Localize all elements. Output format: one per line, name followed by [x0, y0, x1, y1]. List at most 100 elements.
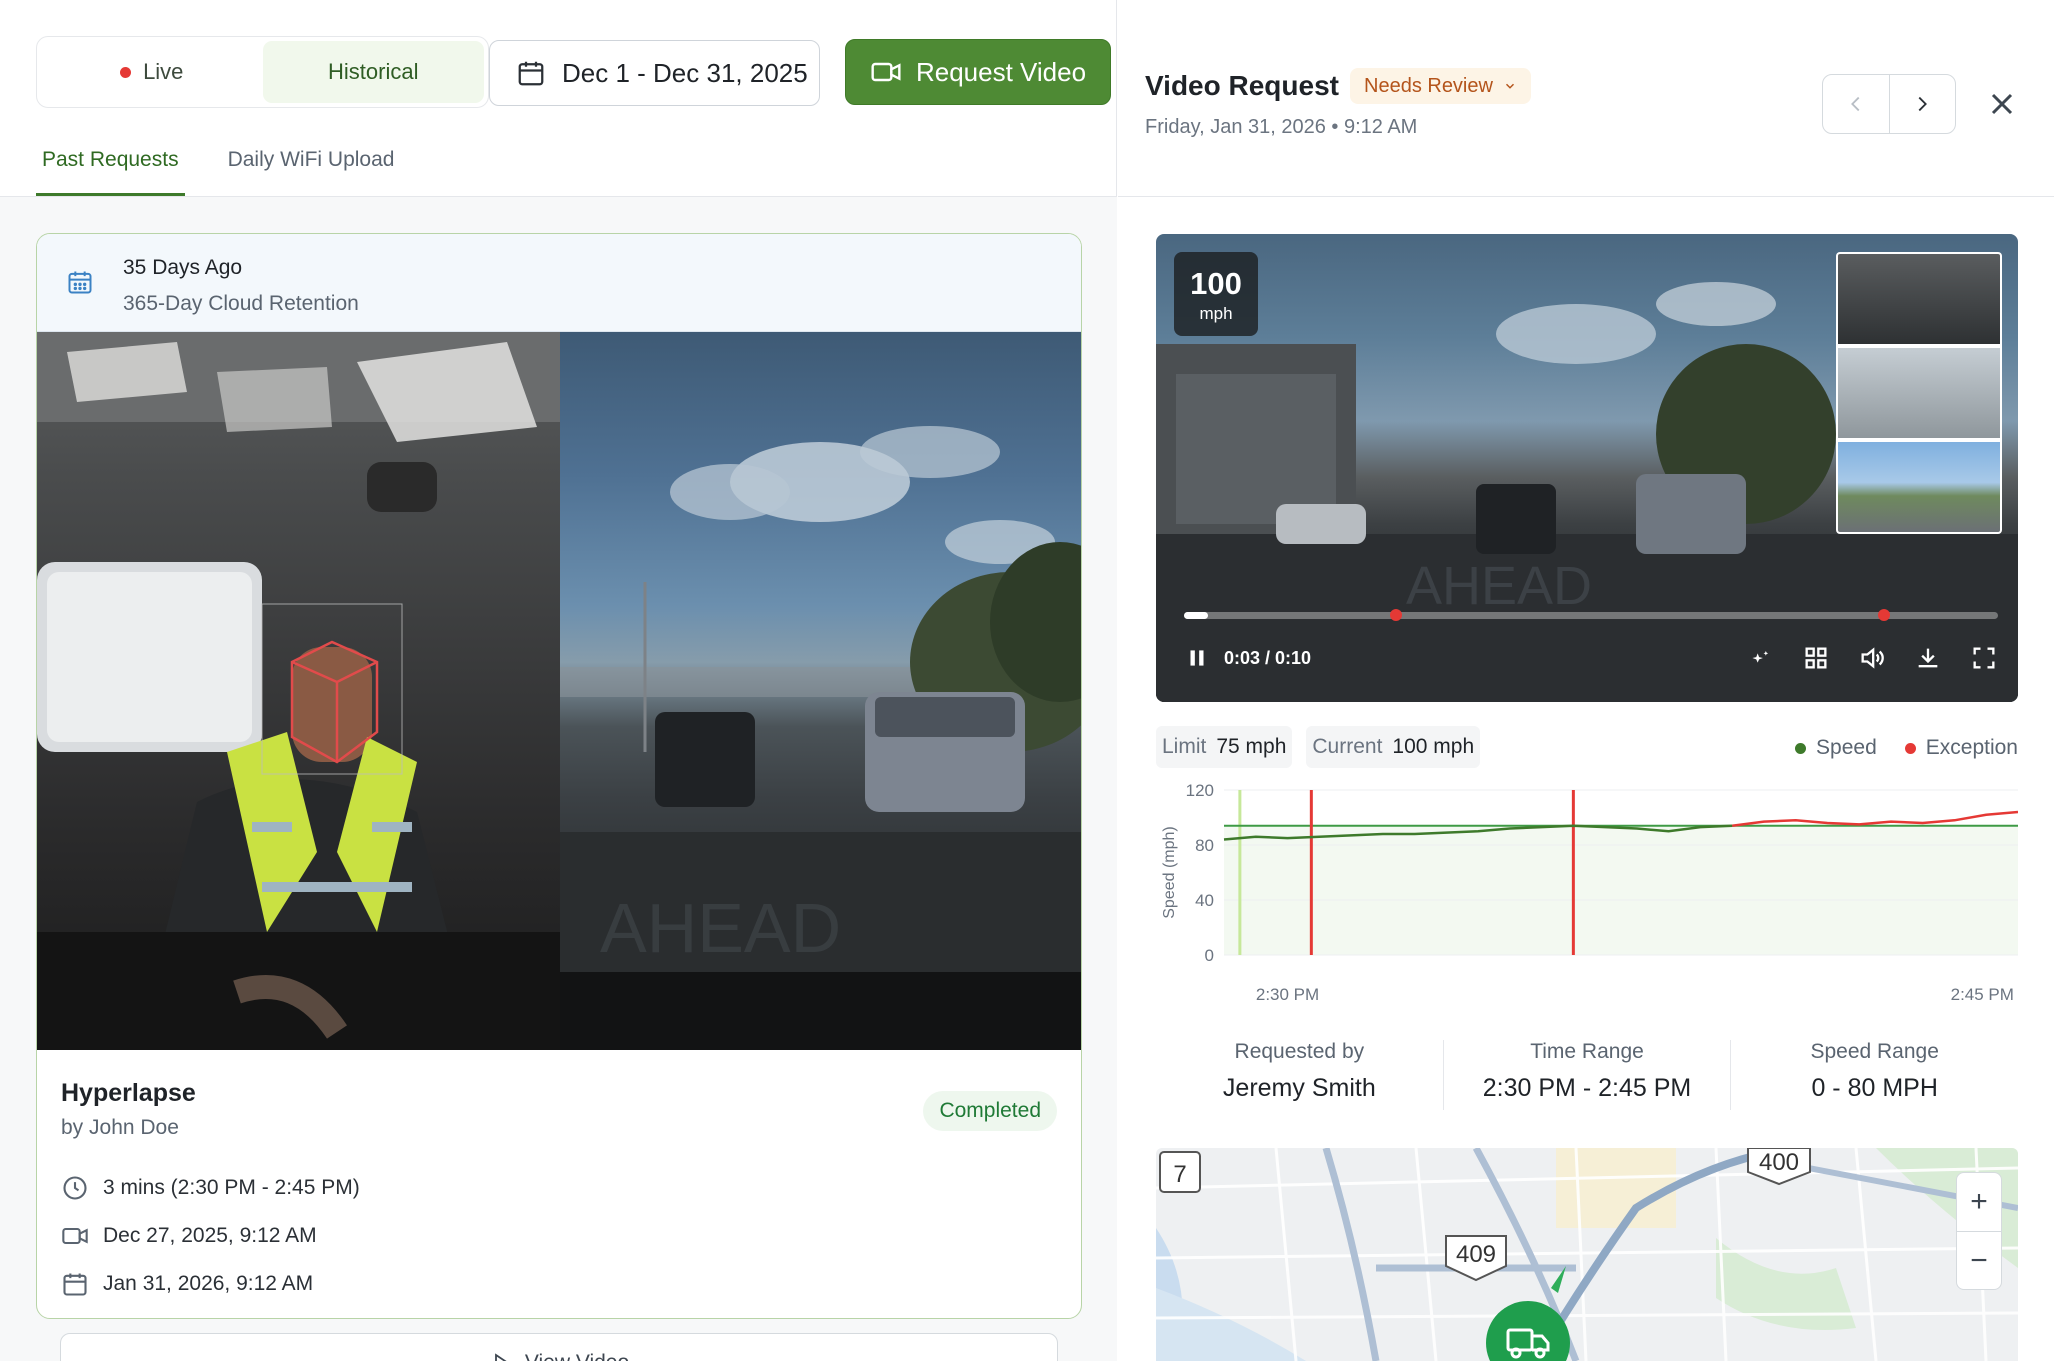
duration-text: 3 mins (2:30 PM - 2:45 PM) [103, 1176, 360, 1199]
clock-icon [63, 1176, 87, 1200]
route-shield-7: 7 [1159, 1151, 1201, 1193]
panel-title: Video Request [1145, 70, 1339, 101]
svg-text:AHEAD: AHEAD [600, 889, 841, 967]
map-canvas: 7 409 400 [1156, 1148, 2018, 1361]
request-card[interactable]: 35 Days Ago 365-Day Cloud Retention AHEA… [36, 233, 1082, 1319]
retention-policy: 365-Day Cloud Retention [123, 292, 359, 315]
speed-value: 100 [1190, 266, 1242, 301]
exception-marker[interactable] [1389, 609, 1402, 621]
limit-chip: Limit 75 mph [1156, 726, 1293, 768]
legend-speed-label: Speed [1816, 736, 1877, 759]
request-video-button[interactable]: Request Video [845, 39, 1111, 105]
toggle-live[interactable]: Live [41, 41, 263, 103]
playback-time: 0:03 / 0:10 [1224, 647, 1312, 668]
view-video-button[interactable]: View Video [60, 1333, 1058, 1361]
request-author: by John Doe [61, 1116, 179, 1139]
toggle-historical[interactable]: Historical [262, 41, 484, 103]
previous-button[interactable] [1823, 75, 1889, 133]
ai-sparkle-icon[interactable] [1746, 644, 1774, 672]
calendar-small-icon [63, 1273, 87, 1296]
app-root: Live Historical Dec 1 - Dec 31, 2025 Req… [0, 0, 2054, 1361]
route-shield-409: 409 [1445, 1235, 1507, 1282]
svg-text:AHEAD: AHEAD [1406, 556, 1592, 616]
recorded-text: Dec 27, 2025, 9:12 AM [103, 1224, 317, 1247]
y-tick-label: 80 [1195, 836, 1214, 855]
chevron-down-icon [1505, 83, 1514, 89]
x-tick-label: 2:45 PM [1951, 985, 2014, 1004]
chevron-left-icon [1850, 96, 1860, 112]
road-camera-frame: AHEAD [560, 332, 1081, 1050]
limit-value: 75 mph [1216, 735, 1287, 758]
volume-icon[interactable] [1858, 644, 1886, 672]
y-tick-label: 120 [1186, 781, 1214, 800]
route-map[interactable]: 7 409 400 + − [1156, 1148, 2018, 1361]
review-status-dropdown[interactable]: Needs Review [1350, 68, 1531, 104]
y-tick-label: 40 [1195, 891, 1214, 910]
thumb-road-front[interactable] [1838, 442, 2000, 532]
route-shield-400: 400 [1747, 1148, 1811, 1186]
video-icon [62, 1227, 88, 1245]
date-range-button[interactable]: Dec 1 - Dec 31, 2025 [489, 40, 820, 106]
video-camera-icon [871, 62, 901, 82]
calendar-icon [518, 61, 544, 86]
thumb-road-rear[interactable] [1838, 348, 2000, 438]
map-zoom-controls: + − [1956, 1172, 2002, 1290]
download-icon[interactable] [1914, 644, 1942, 672]
legend-exception-dot [1904, 742, 1916, 754]
speed-chips: Limit 75 mph Current 100 mph [1156, 726, 1481, 768]
cabin-camera-frame [37, 332, 560, 1050]
shield-7-text: 7 [1173, 1161, 1186, 1188]
pause-icon[interactable] [1184, 645, 1210, 671]
y-tick-label: 0 [1205, 946, 1214, 965]
date-range-label: Dec 1 - Dec 31, 2025 [562, 57, 808, 88]
header-divider [1118, 196, 2054, 197]
current-chip: Current 100 mph [1306, 726, 1481, 768]
requested-text: Jan 31, 2026, 9:12 AM [103, 1272, 314, 1295]
player-controls: 0:03 / 0:10 [1184, 640, 1998, 676]
view-video-label: View Video [525, 1351, 629, 1361]
toggle-live-label: Live [143, 59, 184, 84]
limit-label: Limit [1162, 735, 1207, 758]
recorded-row: Dec 27, 2025, 9:12 AM [61, 1222, 317, 1250]
zoom-out-button[interactable]: − [1957, 1231, 2001, 1289]
close-icon[interactable] [1984, 86, 2020, 122]
series-line-exception [1732, 810, 2018, 828]
shield-409-text: 409 [1456, 1241, 1496, 1268]
request-stats: Requested by Jeremy Smith Time Range 2:3… [1156, 1040, 2018, 1110]
tab-daily-wifi-upload[interactable]: Daily WiFi Upload [222, 140, 401, 196]
road-scene: AHEAD [560, 426, 1081, 1050]
zoom-in-button[interactable]: + [1957, 1173, 2001, 1231]
current-value: 100 mph [1392, 735, 1475, 758]
speed-range-label: Speed Range [1810, 1040, 1939, 1063]
chart-legend: Speed Exception [1795, 736, 2018, 760]
speed-range-value: 0 - 80 MPH [1811, 1074, 1938, 1102]
progress-bar[interactable] [1184, 609, 1998, 621]
exception-marker[interactable] [1878, 609, 1891, 621]
stat-time-range: Time Range 2:30 PM - 2:45 PM [1442, 1040, 1731, 1110]
fullscreen-icon[interactable] [1970, 644, 1998, 672]
cabin-scene [37, 332, 560, 1050]
legend-exception-label: Exception [1925, 736, 2018, 759]
legend-speed-dot [1795, 742, 1807, 754]
camera-thumbnails [1836, 252, 2002, 534]
review-status-label: Needs Review [1364, 74, 1493, 97]
retention-age: 35 Days Ago [123, 256, 243, 279]
speed-overlay: 100 mph [1174, 252, 1258, 336]
live-historical-toggle: Live Historical [36, 36, 489, 108]
legend-exception: Exception [1904, 736, 2018, 760]
video-player[interactable]: AHEAD 100 mph 0:03 / 0:10 [1156, 234, 2018, 702]
grid-view-icon[interactable] [1802, 644, 1830, 672]
request-tabs: Past Requests Daily WiFi Upload [36, 140, 400, 196]
live-dot-icon [120, 66, 132, 78]
legend-speed: Speed [1795, 736, 1877, 760]
thumb-cabin[interactable] [1838, 254, 2000, 344]
next-button[interactable] [1888, 75, 1956, 133]
tab-past-requests[interactable]: Past Requests [36, 140, 185, 196]
time-range-value: 2:30 PM - 2:45 PM [1482, 1074, 1692, 1102]
retention-banner: 35 Days Ago 365-Day Cloud Retention [37, 234, 1081, 332]
request-video-label: Request Video [915, 56, 1087, 87]
chevron-right-icon [1918, 96, 1928, 112]
duration-row: 3 mins (2:30 PM - 2:45 PM) [61, 1174, 360, 1202]
record-navigation [1822, 74, 1956, 134]
calendar-grid-icon [68, 271, 92, 294]
